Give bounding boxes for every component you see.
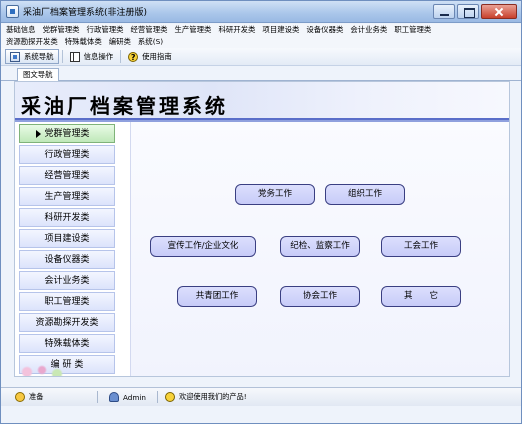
propaganda-culture-button[interactable]: 宣传工作/企业文化: [150, 236, 256, 257]
help-icon: ?: [128, 51, 139, 62]
user-icon: [109, 392, 119, 402]
menu-system[interactable]: 系统(S): [135, 36, 167, 48]
menu-bar: 基础信息 党群管理类 行政管理类 经营管理类 生产管理类 科研开发类 项目建设类…: [1, 24, 521, 48]
page-title: 采油厂档案管理系统: [21, 94, 228, 118]
sidebar-item-business[interactable]: 经营管理类: [19, 166, 115, 185]
menu-compilation[interactable]: 编研类: [106, 36, 135, 48]
menu-production[interactable]: 生产管理类: [171, 24, 215, 36]
sidebar-item-label: 资源勘探开发类: [35, 318, 99, 328]
youth-league-button[interactable]: 共青团工作: [177, 286, 257, 307]
status-user-text: Admin: [123, 392, 146, 402]
sidebar-item-resources[interactable]: 资源勘探开发类: [19, 313, 115, 332]
category-sidebar: 党群管理类 行政管理类 经营管理类 生产管理类 科研开发类 项目建设类 设备仪器…: [19, 124, 117, 374]
header-banner: 采油厂档案管理系统: [15, 82, 509, 120]
title-bar[interactable]: 采油厂档案管理系统(非注册版): [1, 1, 521, 23]
menu-research[interactable]: 科研开发类: [215, 24, 259, 36]
menu-row-2: 资源勘探开发类 特殊载体类 编研类 系统(S): [1, 36, 521, 48]
sidebar-item-label: 会计业务类: [44, 276, 90, 286]
sidebar-item-label: 设备仪器类: [44, 255, 90, 265]
decorative-flowers: [15, 356, 75, 376]
sidebar-item-staff[interactable]: 职工管理类: [19, 292, 115, 311]
status-divider: [97, 391, 98, 403]
menu-admin[interactable]: 行政管理类: [84, 24, 128, 36]
party-affairs-button[interactable]: 党务工作: [235, 184, 315, 205]
status-message-text: 欢迎使用我们的产品!: [179, 392, 247, 401]
close-button[interactable]: [481, 4, 517, 19]
status-ready: 准备: [15, 391, 43, 403]
sidebar-item-label: 党群管理类: [44, 129, 90, 139]
toolbar: 系统导航 信息操作 ? 使用指南: [1, 48, 521, 66]
status-ready-text: 准备: [29, 392, 44, 401]
sidebar-item-special-media[interactable]: 特殊载体类: [19, 334, 115, 353]
tab-strip: 图文导航: [1, 67, 521, 81]
sidebar-item-label: 科研开发类: [44, 213, 90, 223]
status-message: 欢迎使用我们的产品!: [165, 391, 247, 403]
sidebar-item-label: 特殊载体类: [44, 339, 90, 349]
menu-accounting[interactable]: 会计业务类: [347, 24, 391, 36]
smiley-icon: [165, 392, 175, 402]
selected-arrow-icon: [36, 130, 41, 138]
sidebar-item-production[interactable]: 生产管理类: [19, 187, 115, 206]
toolbar-separator: [120, 50, 122, 63]
status-divider: [157, 391, 158, 403]
help-guide-label: 使用指南: [142, 52, 172, 61]
status-bar: 准备 Admin 欢迎使用我们的产品!: [1, 387, 521, 406]
system-nav-label: 系统导航: [24, 52, 54, 61]
discipline-inspection-button[interactable]: 纪检、监察工作: [280, 236, 360, 257]
menu-basic-info[interactable]: 基础信息: [3, 24, 40, 36]
sidebar-item-equipment[interactable]: 设备仪器类: [19, 250, 115, 269]
info-ops-label: 信息操作: [83, 52, 114, 61]
sidebar-item-label: 生产管理类: [44, 192, 90, 202]
app-window: 采油厂档案管理系统(非注册版) 基础信息 党群管理类 行政管理类 经营管理类 生…: [0, 0, 522, 424]
menu-party[interactable]: 党群管理类: [40, 24, 84, 36]
sidebar-item-label: 行政管理类: [44, 150, 90, 160]
sidebar-item-admin[interactable]: 行政管理类: [19, 145, 115, 164]
menu-special-media[interactable]: 特殊载体类: [62, 36, 106, 48]
help-guide-button[interactable]: ? 使用指南: [124, 49, 176, 64]
window-controls: [433, 4, 517, 19]
association-button[interactable]: 协会工作: [280, 286, 360, 307]
maximize-button[interactable]: [457, 4, 479, 19]
menu-resources[interactable]: 资源勘探开发类: [3, 36, 62, 48]
sidebar-item-accounting[interactable]: 会计业务类: [19, 271, 115, 290]
trade-union-button[interactable]: 工会工作: [381, 236, 461, 257]
sidebar-item-label: 经营管理类: [44, 171, 90, 181]
organization-button[interactable]: 组织工作: [325, 184, 405, 205]
toolbar-separator: [61, 50, 63, 63]
menu-staff[interactable]: 职工管理类: [391, 24, 435, 36]
navigation-icon: [10, 51, 20, 62]
ready-icon: [15, 392, 25, 402]
subcategory-panel: 党务工作 组织工作 宣传工作/企业文化 纪检、监察工作 工会工作 共青团工作 协…: [130, 122, 509, 376]
app-icon[interactable]: [6, 5, 19, 18]
sidebar-item-label: 项目建设类: [44, 234, 90, 244]
minimize-button[interactable]: [433, 4, 455, 19]
window-footer: [1, 406, 521, 423]
system-nav-button[interactable]: 系统导航: [5, 49, 59, 64]
menu-projects[interactable]: 项目建设类: [259, 24, 303, 36]
menu-business[interactable]: 经营管理类: [128, 24, 172, 36]
main-content: 采油厂档案管理系统 党群管理类 行政管理类 经营管理类 生产管理类 科研开发类 …: [14, 81, 510, 377]
document-icon: [69, 51, 80, 62]
sidebar-item-label: 职工管理类: [44, 297, 90, 307]
sidebar-item-projects[interactable]: 项目建设类: [19, 229, 115, 248]
menu-row-1: 基础信息 党群管理类 行政管理类 经营管理类 生产管理类 科研开发类 项目建设类…: [1, 24, 521, 36]
menu-equipment[interactable]: 设备仪器类: [303, 24, 347, 36]
sidebar-item-party[interactable]: 党群管理类: [19, 124, 115, 143]
status-user: Admin: [109, 391, 146, 403]
info-ops-button[interactable]: 信息操作: [66, 49, 118, 64]
tab-graphic-nav[interactable]: 图文导航: [17, 68, 59, 81]
window-title: 采油厂档案管理系统(非注册版): [23, 8, 148, 18]
sidebar-item-research[interactable]: 科研开发类: [19, 208, 115, 227]
other-button[interactable]: 其 它: [381, 286, 461, 307]
